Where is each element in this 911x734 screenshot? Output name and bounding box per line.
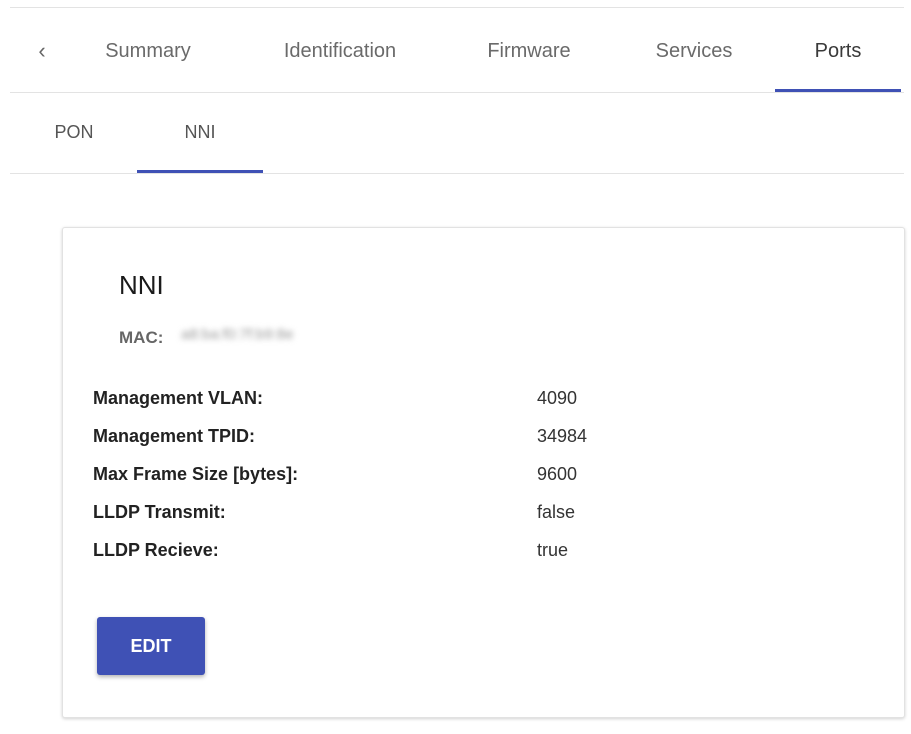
property-row: Management VLAN: 4090	[93, 388, 653, 426]
property-label: Max Frame Size [bytes]:	[93, 464, 299, 484]
tab-label: Summary	[105, 40, 191, 62]
property-label: Management TPID:	[93, 426, 256, 446]
property-row: Max Frame Size [bytes]: 9600	[93, 464, 653, 502]
tab-label: Ports	[814, 40, 862, 62]
card-title: NNI	[119, 270, 164, 300]
tab-firmware[interactable]: Firmware	[476, 36, 582, 92]
property-value: 9600	[537, 464, 578, 484]
property-label: Management VLAN:	[93, 388, 264, 408]
tab-summary[interactable]: Summary	[96, 36, 200, 92]
chevron-left-icon[interactable]: ‹	[30, 40, 54, 64]
property-value: true	[537, 540, 569, 560]
property-row: LLDP Transmit: false	[93, 502, 653, 540]
property-label: LLDP Recieve:	[93, 540, 219, 560]
mac-label: MAC:	[119, 328, 164, 347]
tab-identification[interactable]: Identification	[266, 36, 414, 92]
property-value: 4090	[537, 388, 578, 408]
property-value: false	[537, 502, 576, 522]
property-label: LLDP Transmit:	[93, 502, 226, 522]
tab-label: Identification	[283, 40, 397, 62]
subtab-label: NNI	[184, 122, 216, 142]
nni-port-card: NNI MAC: a8:ba:f0:7f:b9:8e Management VL…	[62, 227, 905, 718]
property-row: LLDP Recieve: true	[93, 540, 653, 578]
subtab-label: PON	[54, 122, 94, 142]
property-row: Management TPID: 34984	[93, 426, 653, 464]
tab-services[interactable]: Services	[644, 36, 744, 92]
tab-label: Firmware	[487, 40, 571, 62]
ports-subtab-bar: PON NNI	[10, 93, 904, 174]
subtab-pon[interactable]: PON	[38, 117, 110, 173]
property-value: 34984	[537, 426, 588, 446]
tab-ports[interactable]: Ports	[775, 36, 901, 92]
edit-button[interactable]: EDIT	[97, 617, 205, 675]
mac-value: a8:ba:f0:7f:b9:8e	[181, 326, 294, 343]
main-tab-bar: ‹ Summary Identification Firmware Servic…	[10, 8, 904, 93]
tab-label: Services	[655, 40, 733, 62]
port-properties-list: Management VLAN: 4090 Management TPID: 3…	[93, 388, 653, 578]
subtab-nni[interactable]: NNI	[137, 117, 263, 173]
